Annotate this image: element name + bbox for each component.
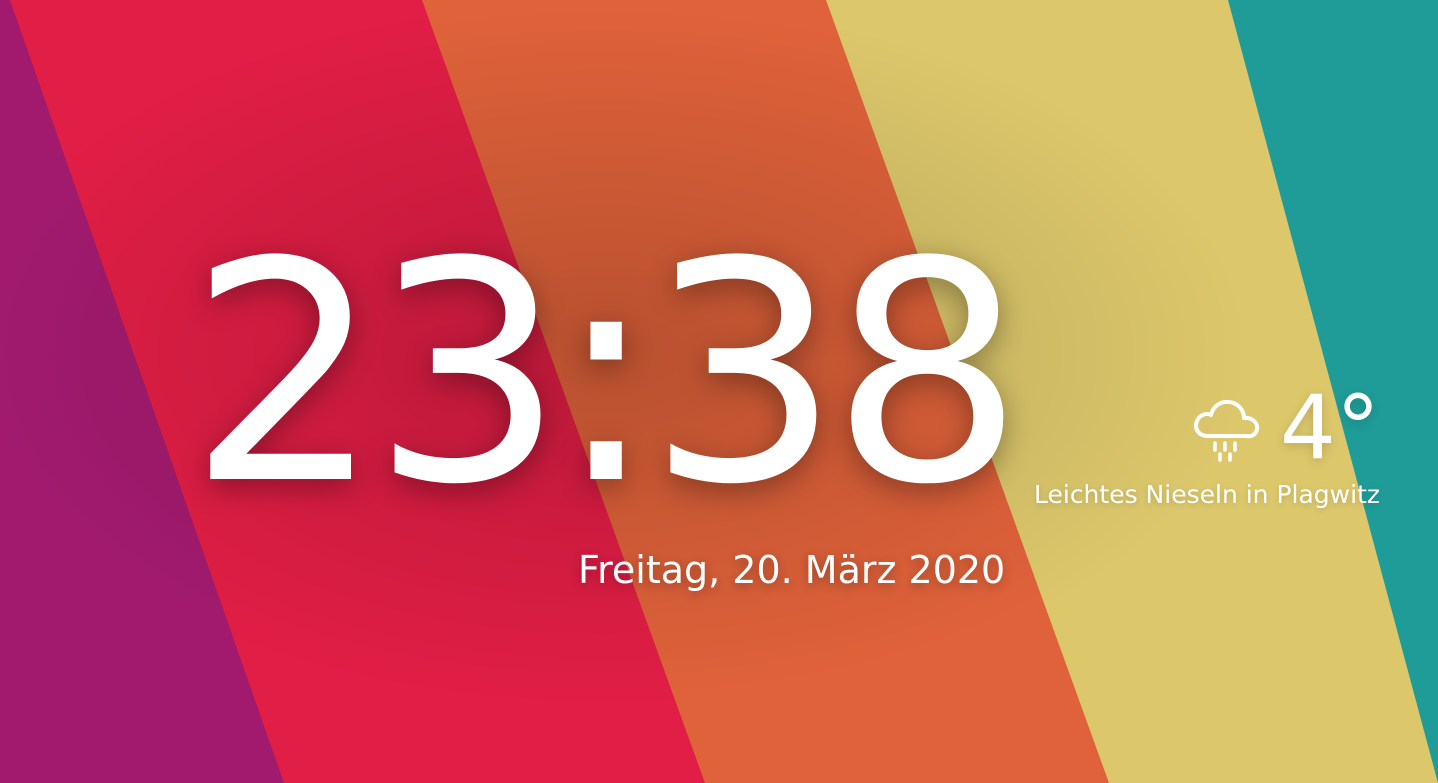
weather-widget: 4° Leichtes Nieseln in Plagwitz [980,384,1380,510]
clock-time: 23:38 [188,197,1024,551]
weather-summary: 4° [980,384,1380,472]
weather-description: Leichtes Nieseln in Plagwitz [1034,480,1380,509]
clock-date: Freitag, 20. März 2020 [578,548,1006,592]
weather-temperature: 4° [1280,376,1380,479]
cloud-drizzle-icon [1188,390,1264,466]
